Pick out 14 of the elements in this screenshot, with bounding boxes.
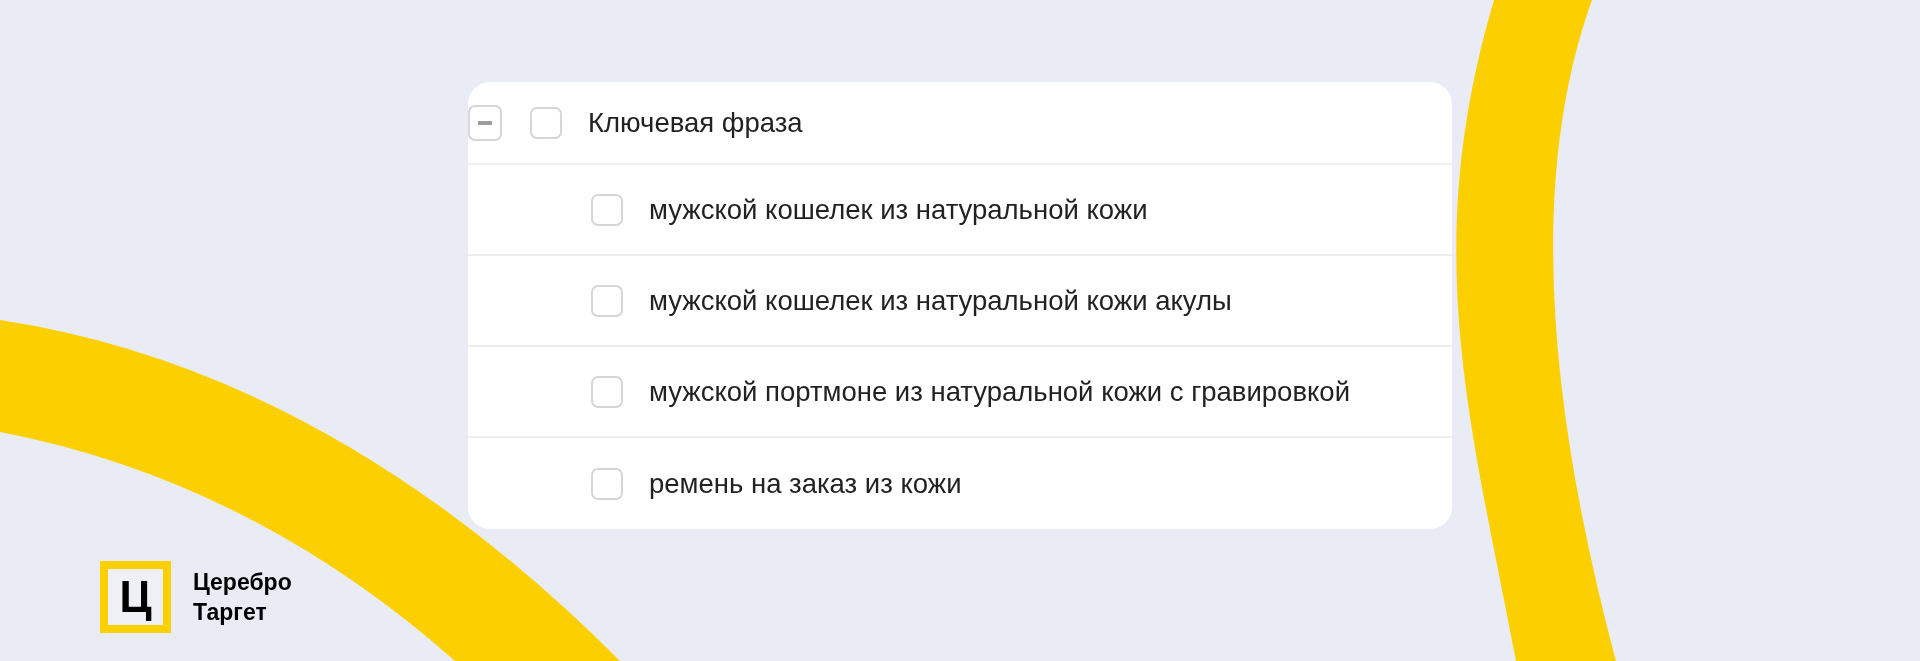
keyword-text: ремень на заказ из кожи — [649, 466, 962, 501]
keyword-text: мужской кошелек из натуральной кожи — [649, 192, 1148, 227]
logo-icon: Ц — [100, 561, 171, 633]
checkbox[interactable] — [591, 375, 623, 408]
keyword-text: мужской портмоне из натуральной кожи с гравировкой — [649, 374, 1351, 409]
collapse-toggle[interactable] — [468, 104, 502, 141]
keyword-text: мужской кошелек из натуральной кожи акулы — [649, 283, 1232, 318]
checkbox[interactable] — [591, 467, 623, 500]
checkbox[interactable] — [530, 106, 562, 139]
minus-icon — [478, 120, 492, 125]
checkbox[interactable] — [591, 193, 623, 226]
column-header: Ключевая фраза — [588, 105, 803, 140]
logo-text: Церебро Таргет — [193, 568, 292, 627]
checkbox[interactable] — [591, 284, 623, 317]
